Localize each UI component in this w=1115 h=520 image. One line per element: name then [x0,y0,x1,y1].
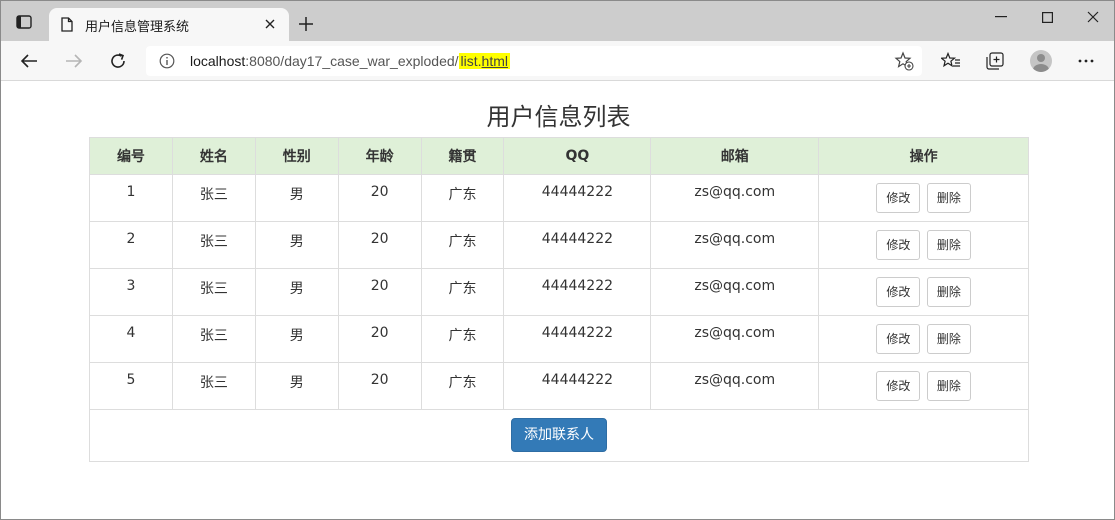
tab-title: 用户信息管理系统 [85,20,190,35]
address-bar[interactable]: localhost:8080/day17_case_war_exploded/l… [146,46,922,76]
cell-name: 张三 [171,174,256,222]
cell-actions: 修改 删除 [818,315,1029,363]
table-header-row: 编号 姓名 性别 年龄 籍贯 QQ 邮箱 操作 [89,137,1029,175]
table-row: 1 张三 男 20 广东 44444222 zs@qq.com 修改 删除 [89,174,1029,222]
cell-name: 张三 [171,268,256,316]
tab-active[interactable]: 用户信息管理系统 [49,8,289,41]
page-title: 用户信息列表 [486,103,631,131]
avatar [1030,50,1052,72]
cell-gender: 男 [254,362,339,410]
column-header: 籍贯 [420,137,505,175]
url-highlight: list.html [458,53,510,69]
table-row: 4 张三 男 20 广东 44444222 zs@qq.com 修改 删除 [89,315,1029,363]
cell-origin: 广东 [420,315,505,363]
browser-window: 用户信息管理系统 localhost:8080/day17_case_war_e… [0,0,1115,520]
edit-button[interactable]: 修改 [876,324,921,354]
edit-button[interactable]: 修改 [876,183,921,213]
favorites-icon[interactable] [939,49,963,73]
page-icon [61,17,73,36]
close-tab-icon[interactable] [261,15,279,33]
address-toolbar: localhost:8080/day17_case_war_exploded/l… [1,41,1114,81]
url-path: :8080/day17_case_war_exploded/ [245,53,459,69]
cell-name: 张三 [171,362,256,410]
cell-qq: 44444222 [503,315,652,363]
cell-gender: 男 [254,268,339,316]
cell-email: zs@qq.com [650,268,820,316]
tab-strip: 用户信息管理系统 [1,1,1114,41]
column-header: 邮箱 [650,137,820,175]
cell-id: 3 [89,268,173,316]
cell-gender: 男 [254,221,339,269]
cell-actions: 修改 删除 [818,221,1029,269]
cell-age: 20 [337,174,422,222]
page-content: 用户信息列表 编号 姓名 性别 年龄 籍贯 QQ 邮箱 操作 1 张三 男 20… [1,81,1114,519]
delete-button[interactable]: 删除 [926,371,971,401]
column-header: 年龄 [337,137,422,175]
column-header: 性别 [254,137,339,175]
delete-button[interactable]: 删除 [926,183,971,213]
delete-button[interactable]: 删除 [926,277,971,307]
cell-qq: 44444222 [503,362,652,410]
cell-qq: 44444222 [503,174,652,222]
cell-email: zs@qq.com [650,174,820,222]
url-highlight-part: list. [460,53,482,69]
cell-name: 张三 [171,221,256,269]
cell-id: 5 [89,362,173,410]
user-table: 编号 姓名 性别 年龄 籍贯 QQ 邮箱 操作 1 张三 男 20 广东 444… [89,137,1029,462]
column-header: QQ [503,137,652,175]
cell-gender: 男 [254,315,339,363]
back-icon[interactable] [16,48,42,74]
new-tab-icon[interactable] [295,13,317,35]
cell-origin: 广东 [420,174,505,222]
cell-email: zs@qq.com [650,362,820,410]
delete-button[interactable]: 删除 [926,230,971,260]
cell-origin: 广东 [420,221,505,269]
table-row: 5 张三 男 20 广东 44444222 zs@qq.com 修改 删除 [89,362,1029,410]
close-window-icon[interactable] [1070,1,1115,33]
more-icon[interactable] [1074,49,1098,73]
add-contact-button[interactable]: 添加联系人 [511,418,607,452]
table-row: 3 张三 男 20 广东 44444222 zs@qq.com 修改 删除 [89,268,1029,316]
minimize-icon[interactable] [978,1,1024,33]
table-footer-row: 添加联系人 [89,409,1029,462]
add-favorite-icon[interactable] [894,51,914,75]
cell-id: 4 [89,315,173,363]
url-host: localhost [190,53,246,69]
table-row: 2 张三 男 20 广东 44444222 zs@qq.com 修改 删除 [89,221,1029,269]
cell-email: zs@qq.com [650,221,820,269]
forward-icon[interactable] [61,48,87,74]
maximize-icon[interactable] [1024,1,1070,33]
cell-actions: 修改 删除 [818,174,1029,222]
column-header: 编号 [89,137,173,175]
cell-age: 20 [337,268,422,316]
cell-id: 2 [89,221,173,269]
collections-icon[interactable] [983,49,1007,73]
edit-button[interactable]: 修改 [876,230,921,260]
cell-actions: 修改 删除 [818,362,1029,410]
edit-button[interactable]: 修改 [876,277,921,307]
cell-name: 张三 [171,315,256,363]
tab-actions-icon[interactable] [11,10,37,34]
footer-cell: 添加联系人 [89,409,1029,462]
refresh-icon[interactable] [105,48,131,74]
site-info-icon[interactable] [159,53,175,73]
cell-age: 20 [337,315,422,363]
cell-gender: 男 [254,174,339,222]
delete-button[interactable]: 删除 [926,324,971,354]
cell-age: 20 [337,221,422,269]
edit-button[interactable]: 修改 [876,371,921,401]
url-text: localhost:8080/day17_case_war_exploded/l… [190,53,510,69]
cell-age: 20 [337,362,422,410]
cell-actions: 修改 删除 [818,268,1029,316]
cell-origin: 广东 [420,268,505,316]
column-header: 操作 [818,137,1029,175]
cell-qq: 44444222 [503,221,652,269]
profile-avatar[interactable] [1029,49,1053,73]
cell-qq: 44444222 [503,268,652,316]
column-header: 姓名 [171,137,256,175]
cell-id: 1 [89,174,173,222]
cell-origin: 广东 [420,362,505,410]
cell-email: zs@qq.com [650,315,820,363]
url-highlight-underlined: html [481,53,508,69]
